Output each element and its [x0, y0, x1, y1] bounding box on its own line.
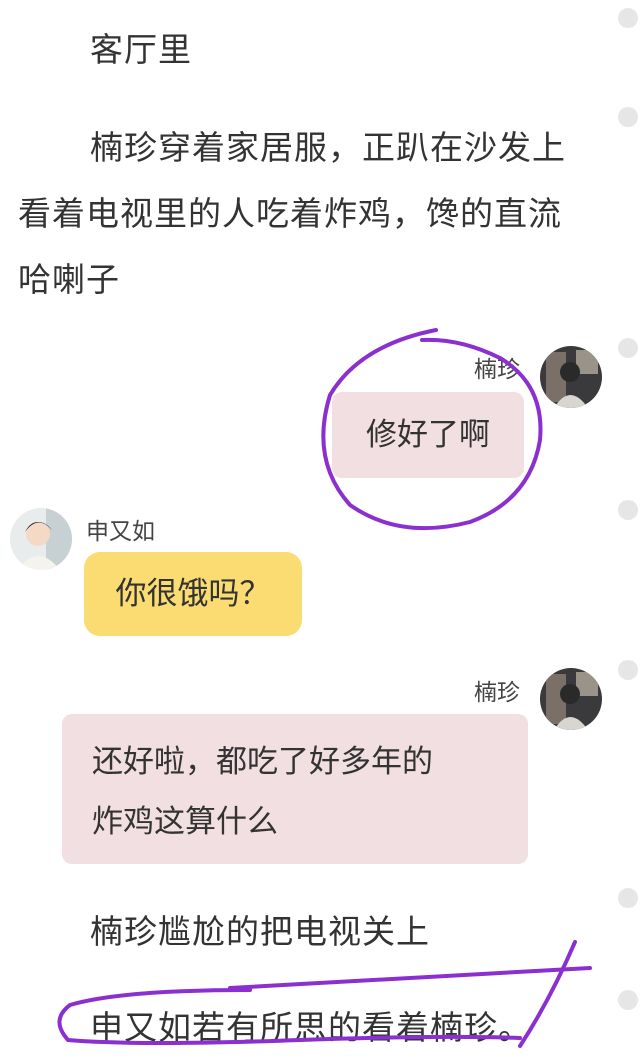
sender-name: 楠珍 [474, 357, 520, 383]
narration-line: 申又如若有所思的看着楠珍。 [90, 1008, 532, 1047]
annotation-strike [228, 966, 592, 990]
message-bubble: 你很饿吗？ [84, 552, 302, 636]
timeline-dot [618, 990, 638, 1010]
sender-name: 申又如 [86, 519, 155, 545]
narration-line: 哈喇子 [18, 260, 120, 299]
avatar-nanzhen-icon[interactable] [540, 668, 602, 730]
timeline-dot [618, 338, 638, 358]
sender-name: 楠珍 [474, 680, 520, 706]
message-bubble: 还好啦，都吃了好多年的 炸鸡这算什么 [62, 714, 528, 864]
message-text-line: 还好啦，都吃了好多年的 [92, 744, 433, 780]
message-text-line: 炸鸡这算什么 [92, 804, 278, 840]
timeline-dot [618, 107, 638, 127]
timeline-dot [618, 888, 638, 908]
narration-line: 客厅里 [90, 30, 192, 69]
timeline-dot [618, 8, 638, 28]
timeline-dot [618, 660, 638, 680]
avatar-nanzhen-icon[interactable] [540, 346, 602, 408]
narration-line: 看着电视里的人吃着炸鸡，馋的直流 [18, 194, 562, 233]
avatar-shenyouru-icon[interactable] [10, 508, 72, 570]
message-bubble: 修好了啊 [332, 392, 524, 478]
timeline-dot [618, 500, 638, 520]
narration-line: 楠珍尴尬的把电视关上 [90, 912, 430, 951]
narration-line: 楠珍穿着家居服，正趴在沙发上 [90, 128, 566, 167]
